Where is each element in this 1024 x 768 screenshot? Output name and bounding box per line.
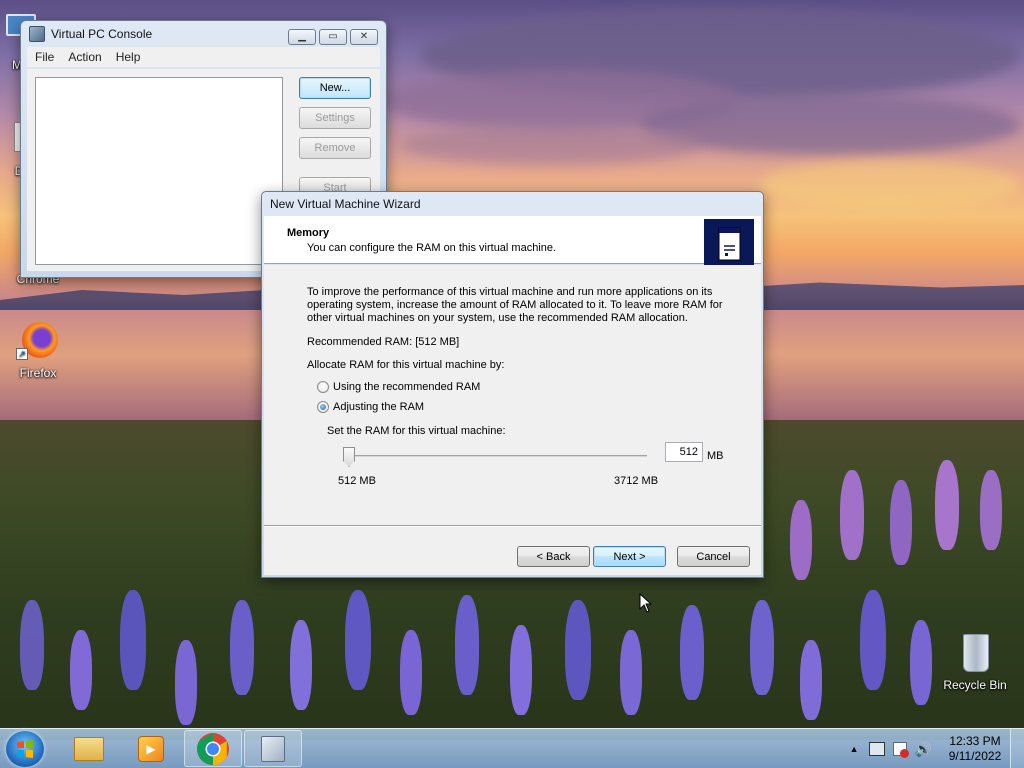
virtual-pc-icon	[261, 735, 285, 762]
slider-min-label: 512 MB	[338, 475, 376, 487]
page-title: Memory	[287, 227, 330, 239]
mouse-cursor-icon	[639, 592, 653, 616]
minimize-button[interactable]: ▁	[288, 29, 316, 45]
volume-icon[interactable]: 🔊	[915, 741, 932, 758]
taskbar-media-player[interactable]: ▶	[122, 730, 180, 767]
clock-date: 9/11/2022	[948, 749, 1002, 763]
next-button[interactable]: Next >	[593, 546, 666, 567]
console-menubar: File Action Help	[27, 47, 380, 67]
system-tray: ▲ 🔊 12:33 PM 9/11/2022	[850, 729, 1024, 768]
divider	[264, 525, 761, 527]
windows-logo-icon	[17, 740, 33, 758]
memory-description: To improve the performance of this virtu…	[307, 286, 723, 324]
folder-icon	[74, 736, 104, 761]
virtual-pc-server-icon	[704, 219, 754, 269]
settings-button[interactable]: Settings	[299, 107, 371, 129]
virtual-machine-list[interactable]	[35, 77, 283, 265]
taskbar-explorer[interactable]	[60, 730, 118, 767]
clock[interactable]: 12:33 PM 9/11/2022	[940, 734, 1010, 764]
recycle-bin-icon	[953, 632, 997, 676]
back-button[interactable]: < Back	[517, 546, 590, 567]
radio-button[interactable]	[317, 381, 329, 393]
wizard-body: To improve the performance of this virtu…	[264, 265, 761, 575]
radio-label: Adjusting the RAM	[333, 401, 425, 413]
minimize-icon: ▁	[298, 31, 306, 42]
taskbar: ▶ ▲ 🔊 12:33 PM 9/11/2022	[0, 728, 1024, 768]
desktop-icon-label: Recycle Bin	[943, 678, 1007, 692]
recommended-ram-text: Recommended RAM: [512 MB]	[307, 336, 460, 348]
start-button[interactable]	[6, 731, 44, 767]
show-hidden-icons-icon[interactable]: ▲	[850, 744, 859, 754]
set-ram-label: Set the RAM for this virtual machine:	[327, 425, 506, 437]
ram-unit-label: MB	[707, 450, 724, 462]
shortcut-arrow-icon: ↗	[16, 348, 28, 360]
page-subtitle: You can configure the RAM on this virtua…	[307, 242, 557, 254]
radio-label: Using the recommended RAM	[333, 381, 481, 393]
radio-recommended-ram[interactable]: Using the recommended RAM	[317, 381, 480, 393]
network-icon[interactable]	[868, 742, 885, 756]
taskbar-virtual-pc[interactable]	[244, 730, 302, 767]
taskbar-chrome[interactable]	[184, 730, 242, 767]
wizard-title: New Virtual Machine Wizard	[270, 197, 421, 211]
console-titlebar[interactable]: Virtual PC Console ▁ ▭ ✕	[21, 21, 386, 47]
maximize-button[interactable]: ▭	[319, 29, 347, 45]
new-button[interactable]: New...	[299, 77, 371, 99]
allocate-label: Allocate RAM for this virtual machine by…	[307, 359, 505, 371]
slider-max-label: 3712 MB	[614, 475, 659, 487]
menu-file[interactable]: File	[35, 50, 54, 64]
media-player-icon: ▶	[138, 735, 164, 762]
close-button[interactable]: ✕	[350, 29, 378, 45]
wizard-header: Memory You can configure the RAM on this…	[264, 216, 761, 269]
remove-button[interactable]: Remove	[299, 137, 371, 159]
ram-slider-track[interactable]	[349, 455, 647, 457]
ram-value-input[interactable]: 512	[665, 442, 703, 462]
radio-button[interactable]	[317, 401, 329, 413]
action-center-flag-icon[interactable]	[892, 742, 909, 758]
maximize-icon: ▭	[328, 31, 338, 42]
radio-adjust-ram[interactable]: Adjusting the RAM	[317, 401, 424, 413]
chrome-icon	[195, 731, 231, 767]
menu-help[interactable]: Help	[116, 50, 141, 64]
menu-action[interactable]: Action	[68, 50, 101, 64]
show-desktop-button[interactable]	[1010, 729, 1024, 768]
virtual-pc-icon	[29, 26, 45, 42]
desktop-icon-firefox[interactable]: ↗ Firefox	[0, 320, 76, 380]
cancel-button[interactable]: Cancel	[677, 546, 750, 567]
wizard-titlebar[interactable]: New Virtual Machine Wizard	[262, 192, 763, 216]
desktop-icon-label: Firefox	[19, 366, 57, 380]
close-icon: ✕	[359, 31, 369, 42]
console-title: Virtual PC Console	[51, 27, 153, 41]
clock-time: 12:33 PM	[949, 734, 1001, 748]
desktop-icon-recycle-bin[interactable]: Recycle Bin	[937, 632, 1013, 692]
ram-slider-thumb[interactable]	[343, 447, 355, 467]
new-vm-wizard-dialog[interactable]: New Virtual Machine Wizard Memory You ca…	[261, 191, 764, 578]
firefox-icon: ↗	[16, 320, 60, 364]
